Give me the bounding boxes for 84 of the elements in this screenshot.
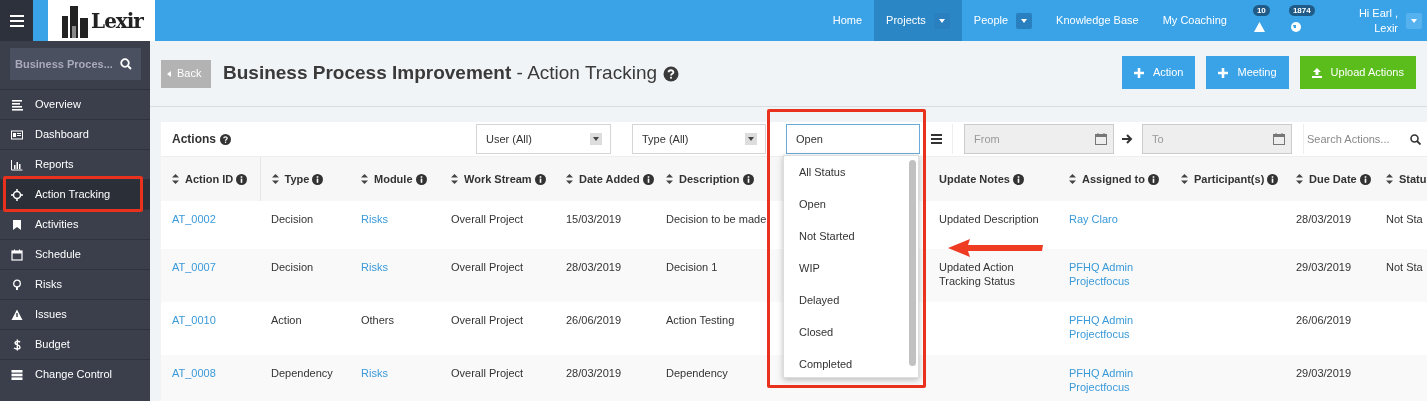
table-link[interactable]: AT_0010 <box>172 313 216 327</box>
table-cell: Overall Project <box>451 213 524 225</box>
table-cell: Action Testing <box>666 314 735 326</box>
table-cell: Updated Description <box>939 213 1039 225</box>
table-link[interactable]: AT_0008 <box>172 366 216 380</box>
table-cell: 26/06/2019 <box>566 314 622 326</box>
sidebar-item[interactable]: Issues <box>0 299 150 329</box>
table-cell: 26/06/2019 <box>1296 314 1352 326</box>
sidebar-item[interactable]: Activities <box>0 209 150 239</box>
user-greeting: Hi Earl , <box>1358 5 1398 21</box>
table-link[interactable]: Ray Claro <box>1069 212 1118 226</box>
search-field[interactable]: Search Actions... <box>1304 130 1421 148</box>
table-cell: Dependency <box>271 367 333 379</box>
column-header: Work Stream <box>464 171 532 187</box>
table-cell: Overall Project <box>451 261 524 273</box>
table-cell: 15/03/2019 <box>566 213 622 225</box>
sidebar-item[interactable]: Change Control <box>0 359 150 389</box>
table-cell: Decision 1 <box>666 261 718 273</box>
table-cell: Decision <box>271 261 314 273</box>
table-cell: Decision to be made <box>666 213 767 225</box>
filter-select[interactable]: Type (All) <box>632 124 766 154</box>
dropdown-option[interactable]: Open <box>784 188 918 220</box>
nav-item[interactable]: My Coaching <box>1150 0 1239 41</box>
nav-item[interactable]: People <box>961 0 1045 41</box>
logo[interactable]: Lexir <box>48 0 155 41</box>
nav-item[interactable]: Projects <box>874 0 962 41</box>
column-header: Assigned to <box>1082 171 1145 187</box>
table-cell: 28/03/2019 <box>566 261 622 273</box>
table-link[interactable]: AT_0007 <box>172 260 216 274</box>
table-cell: Action <box>271 314 302 326</box>
dropdown-option[interactable]: WIP <box>784 252 918 284</box>
table-cell: Not Sta <box>1386 261 1423 273</box>
sidebar-item[interactable]: Budget <box>0 329 150 359</box>
table-link[interactable]: PFHQ Admin Projectfocus <box>1069 313 1162 341</box>
column-header: Module <box>374 171 413 187</box>
count-badge: 10 <box>1252 5 1270 16</box>
table-cell: Decision <box>271 213 314 225</box>
table-cell: 28/03/2019 <box>566 367 622 379</box>
nav-item[interactable]: Home <box>820 0 875 41</box>
table-cell: Others <box>361 314 394 326</box>
page-title: Business Process Improvement - Action Tracking <box>223 62 658 85</box>
dropdown-option[interactable]: Completed <box>784 348 918 380</box>
table-cell: Overall Project <box>451 314 524 326</box>
table-cell: 28/03/2019 <box>1296 213 1352 225</box>
table-cell: 29/03/2019 <box>1296 367 1352 379</box>
column-header: Update Notes <box>939 171 1010 187</box>
sidebar-item[interactable]: Overview <box>0 89 150 119</box>
upload-button[interactable]: Upload Actions <box>1299 56 1416 89</box>
table-cell: 29/03/2019 <box>1296 261 1352 273</box>
dropdown-option[interactable]: Not Started <box>784 220 918 252</box>
dropdown-option[interactable]: Delayed <box>784 284 918 316</box>
column-header: Date Added <box>579 171 640 187</box>
table-link[interactable]: Risks <box>361 366 388 380</box>
sidebar-item[interactable]: Action Tracking <box>0 179 150 209</box>
column-header: Action ID <box>185 171 234 187</box>
back-button[interactable]: Back <box>161 59 211 88</box>
table-cell: Not Sta <box>1386 213 1423 225</box>
nav-item[interactable]: Knowledge Base <box>1044 0 1151 41</box>
column-header: Statu <box>1399 171 1427 187</box>
status-select[interactable]: Open <box>786 124 920 154</box>
table-link[interactable]: Risks <box>361 212 388 226</box>
column-header: Description <box>679 171 740 187</box>
column-header: Participant(s) <box>1194 171 1265 187</box>
panel-title: Actions <box>172 131 216 148</box>
add-button[interactable]: Meeting <box>1206 56 1289 89</box>
sidebar-item[interactable]: Dashboard <box>0 119 150 149</box>
add-button[interactable]: Action <box>1121 56 1196 89</box>
dropdown-option[interactable]: Closed <box>784 316 918 348</box>
dropdown-option[interactable]: All Status <box>784 156 918 188</box>
table-cell: Overall Project <box>451 367 524 379</box>
table-cell: Dependency <box>666 367 728 379</box>
date-field[interactable]: To <box>1142 124 1292 154</box>
sidebar-item[interactable]: Schedule <box>0 239 150 269</box>
user-org: Lexir <box>1373 20 1398 36</box>
date-field[interactable]: From <box>964 124 1114 154</box>
column-header: Type <box>284 171 310 187</box>
column-header: Due Date <box>1309 171 1357 187</box>
table-cell: Updated Action Tracking Status <box>939 261 1015 287</box>
table-link[interactable]: Risks <box>361 260 388 274</box>
table-link[interactable]: AT_0002 <box>172 212 216 226</box>
search-field[interactable]: Business Proces... <box>10 48 141 80</box>
sidebar-item[interactable]: Risks <box>0 269 150 299</box>
filter-select[interactable]: User (All) <box>476 124 611 154</box>
count-badge: 1874 <box>1288 5 1315 16</box>
